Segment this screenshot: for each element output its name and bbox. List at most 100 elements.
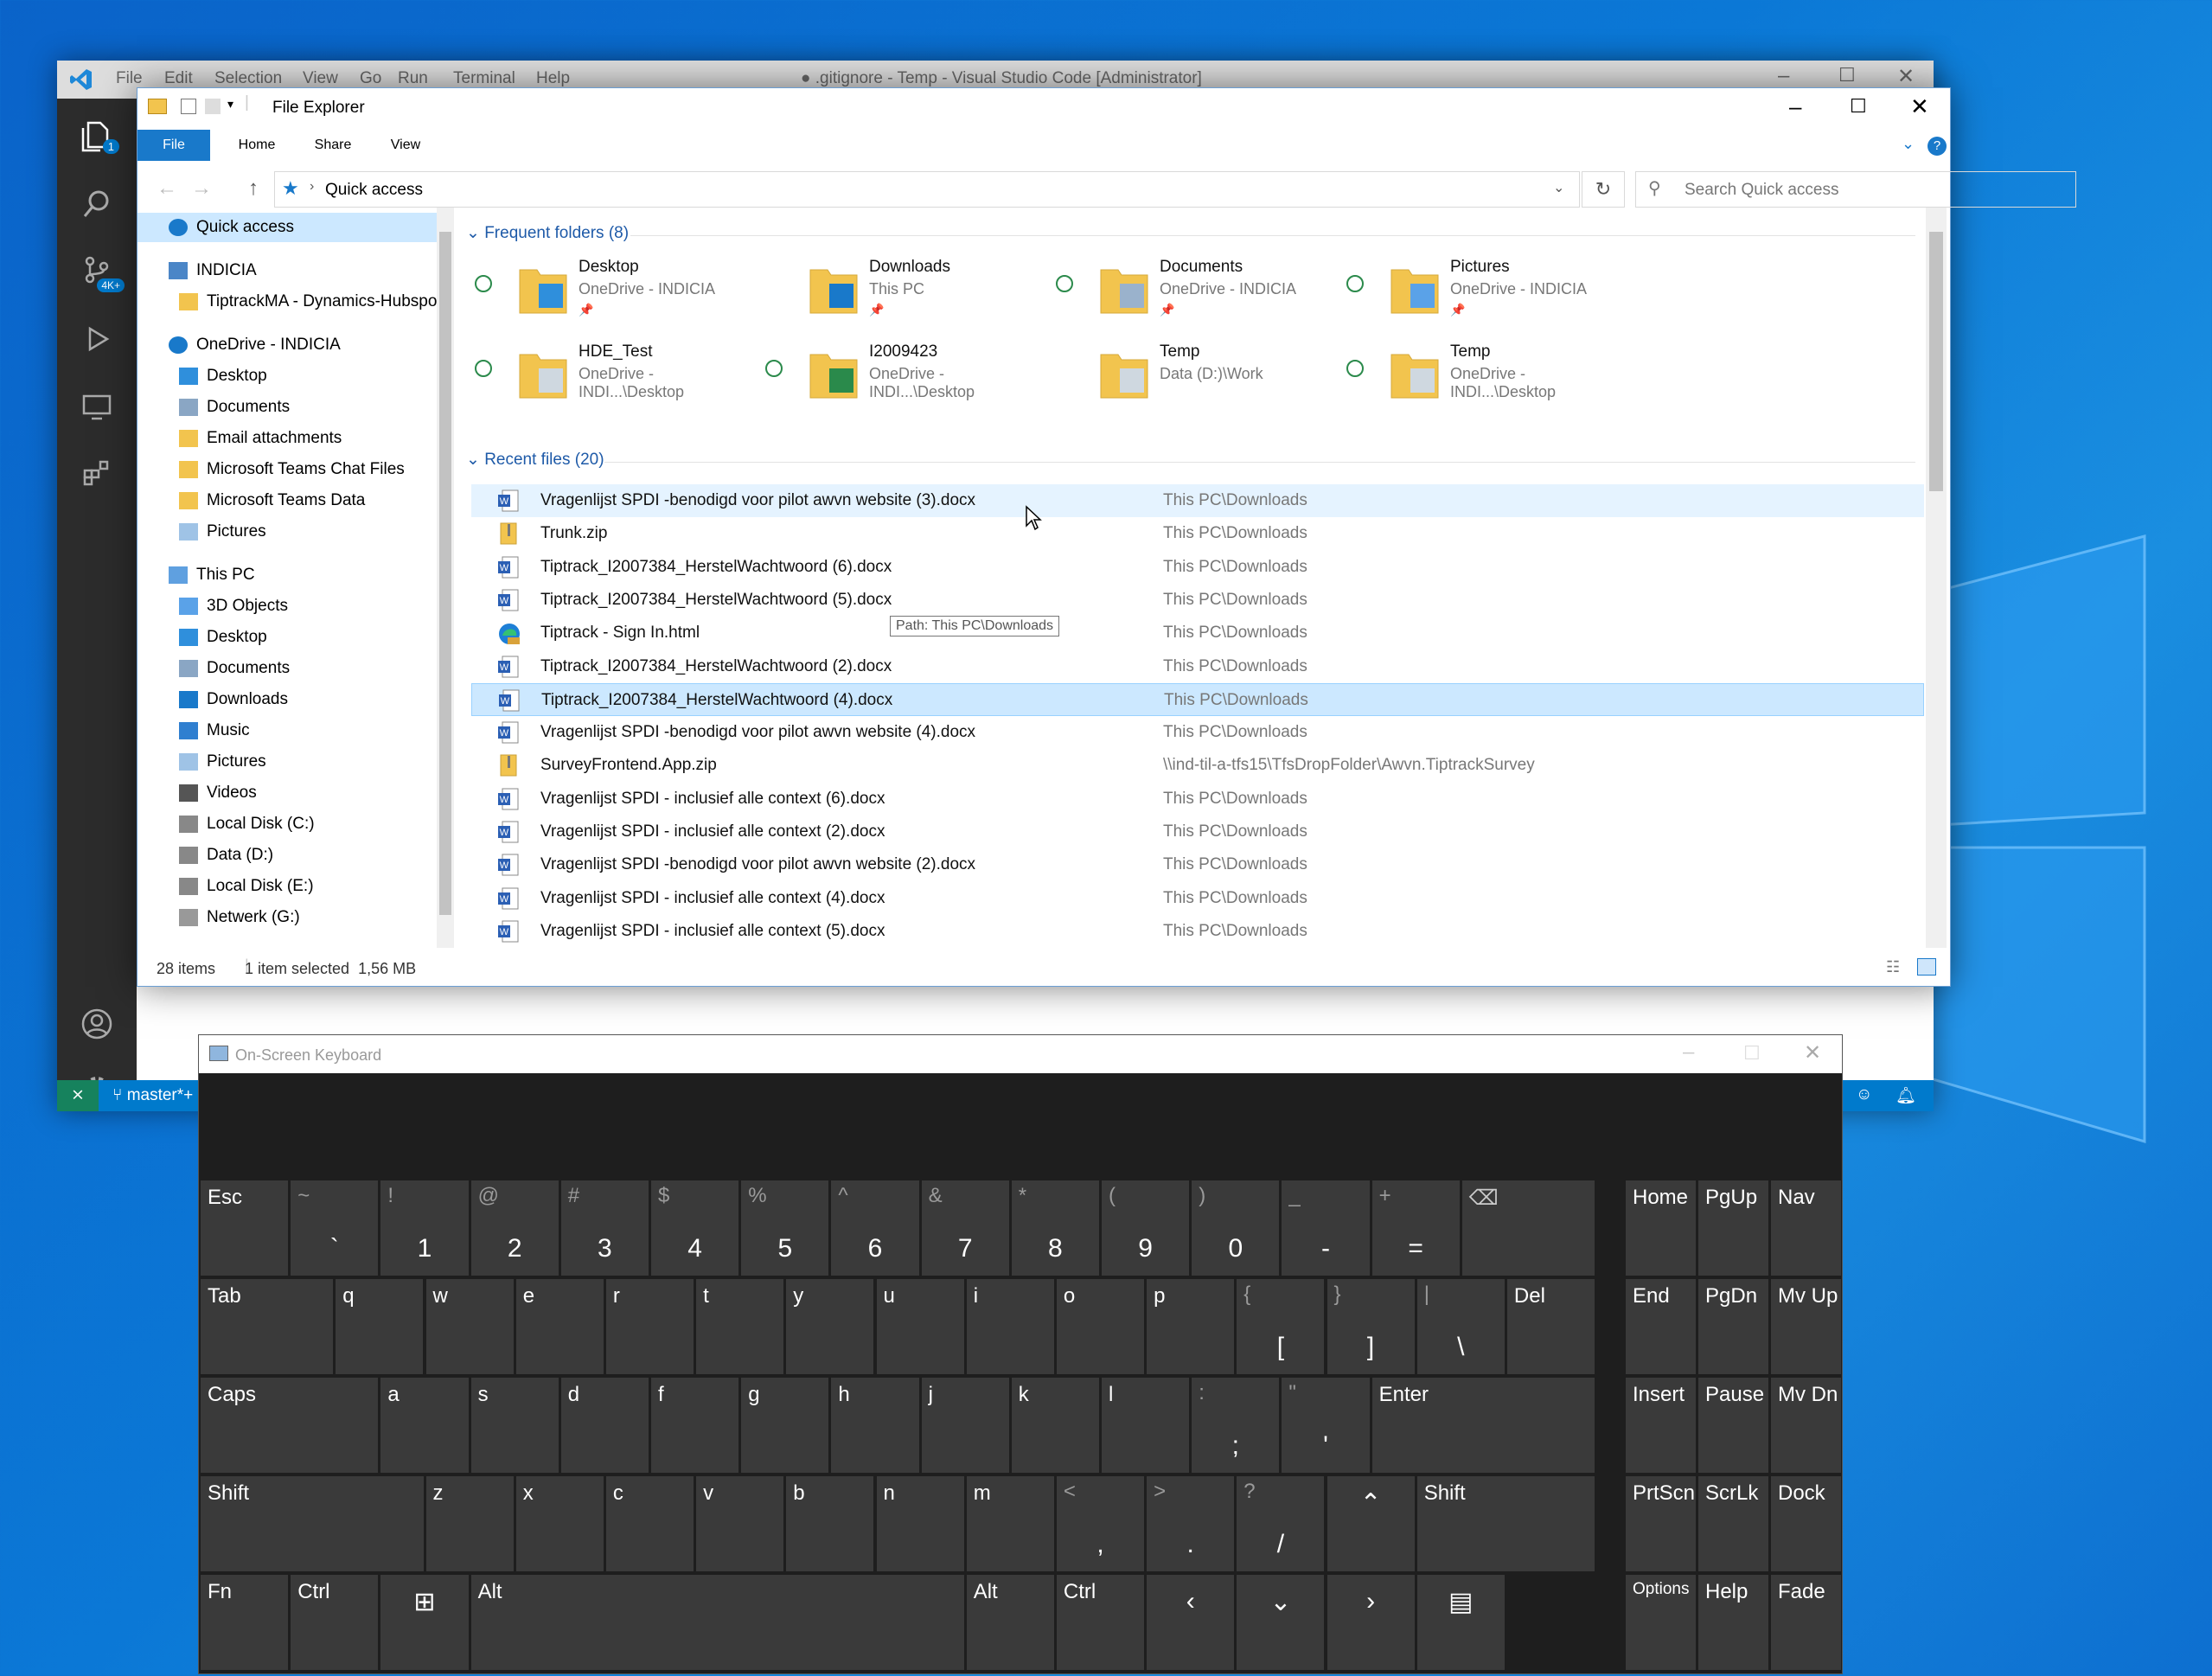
nav-item-videos[interactable]: Videos [179, 778, 257, 808]
remote-explorer-icon[interactable] [74, 384, 119, 429]
key-caps[interactable]: Caps [201, 1378, 379, 1473]
nav-item-microsoft-teams-data[interactable]: Microsoft Teams Data [179, 486, 365, 515]
refresh-icon[interactable]: ↻ [1582, 171, 1625, 208]
nav-item-music[interactable]: Music [179, 716, 250, 745]
branch-indicator[interactable]: ⑂ master*+ [112, 1086, 193, 1105]
close-icon[interactable]: ✕ [1910, 93, 1929, 120]
maximize-icon[interactable]: ☐ [1838, 64, 1856, 86]
key-g[interactable]: g [741, 1378, 829, 1473]
key-scrlk[interactable]: ScrLk [1698, 1476, 1768, 1571]
address-bar[interactable]: ★ › Quick access ⌄ [274, 171, 1580, 208]
key-symbol[interactable]: ▤ [1416, 1575, 1505, 1670]
menu-view[interactable]: View [303, 69, 338, 88]
key-symbol[interactable]: <, [1056, 1476, 1145, 1571]
key-symbol[interactable]: ⊞ [380, 1575, 469, 1670]
nav-item-tiptrackma-dynamics-hubspot[interactable]: TiptrackMA - Dynamics-Hubspot [179, 287, 440, 317]
nav-item-documents[interactable]: Documents [179, 654, 290, 683]
key-e[interactable]: e [515, 1279, 604, 1374]
key-ctrl[interactable]: Ctrl [291, 1575, 379, 1670]
key-m[interactable]: m [966, 1476, 1054, 1571]
key-r[interactable]: r [605, 1279, 694, 1374]
key-pgup[interactable]: PgUp [1698, 1180, 1768, 1276]
tab-view[interactable]: View [371, 130, 440, 161]
folder-tile[interactable]: Pictures OneDrive - INDICIA 📌 [1346, 253, 1632, 330]
file-explorer-window[interactable]: ▾ | File Explorer – ☐ ✕ File Home Share … [137, 87, 2076, 987]
recent-files-header[interactable]: ⌄ Recent files (20) [466, 450, 604, 470]
nav-item-pictures[interactable]: Pictures [179, 747, 266, 777]
key-pgdn[interactable]: PgDn [1698, 1279, 1768, 1374]
key-fade[interactable]: Fade [1771, 1575, 1841, 1670]
folder-tile[interactable]: HDE_Test OneDrive - INDI...\Desktop [475, 337, 760, 415]
menu-file[interactable]: File [116, 69, 143, 88]
key-u[interactable]: u [876, 1279, 964, 1374]
nav-item-quick-access[interactable]: Quick access [137, 213, 440, 242]
key-symbol[interactable]: ~ ` [291, 1180, 379, 1276]
nav-item-documents[interactable]: Documents [179, 393, 290, 422]
notifications-bell-icon[interactable]: 🔔︎ [1896, 1085, 1916, 1106]
key-symbol[interactable]: ? / [1237, 1476, 1325, 1571]
menu-help[interactable]: Help [536, 69, 570, 88]
recent-file-row[interactable]: W Tiptrack_I2007384_HerstelWachtwoord (2)… [471, 650, 1924, 683]
key-alt[interactable]: Alt [470, 1575, 964, 1670]
up-icon[interactable]: ↑ [248, 176, 259, 201]
key-symbol[interactable]: {[ [1237, 1279, 1325, 1374]
key-home[interactable]: Home [1626, 1180, 1696, 1276]
key-end[interactable]: End [1626, 1279, 1696, 1374]
menu-selection[interactable]: Selection [214, 69, 282, 88]
nav-item-downloads[interactable]: Downloads [179, 685, 288, 714]
key-a[interactable]: a [380, 1378, 469, 1473]
key-insert[interactable]: Insert [1626, 1378, 1696, 1473]
key-j[interactable]: j [921, 1378, 1009, 1473]
key-mvdn[interactable]: Mv Dn [1771, 1378, 1841, 1473]
key-h[interactable]: h [831, 1378, 919, 1473]
key-c[interactable]: c [605, 1476, 694, 1571]
frequent-folders-header[interactable]: ⌄ Frequent folders (8) [466, 223, 629, 243]
nav-item-email-attachments[interactable]: Email attachments [179, 424, 342, 453]
key-nav[interactable]: Nav [1771, 1180, 1841, 1276]
nav-item-this-pc[interactable]: This PC [169, 560, 255, 590]
folder-tile[interactable]: Downloads This PC 📌 [765, 253, 1051, 330]
tab-file[interactable]: File [137, 130, 210, 161]
key-symbol[interactable]: › [1327, 1575, 1415, 1670]
key-l[interactable]: l [1102, 1378, 1190, 1473]
key-9[interactable]: (9 [1102, 1180, 1190, 1276]
menu-edit[interactable]: Edit [164, 69, 193, 88]
key-w[interactable]: w [425, 1279, 514, 1374]
folder-tile[interactable]: Temp Data (D:)\Work [1056, 337, 1341, 415]
key-alt[interactable]: Alt [966, 1575, 1054, 1670]
nav-item-local-disk-c-[interactable]: Local Disk (C:) [179, 809, 315, 839]
key-7[interactable]: & 7 [921, 1180, 1009, 1276]
nav-item-3d-objects[interactable]: 3D Objects [179, 592, 288, 621]
key-symbol[interactable]: " ' [1282, 1378, 1370, 1473]
key-prtscn[interactable]: PrtScn [1626, 1476, 1696, 1571]
key-symbol[interactable]: ‹ [1147, 1575, 1235, 1670]
key-d[interactable]: d [560, 1378, 649, 1473]
folder-tile[interactable]: Temp OneDrive - INDI...\Desktop [1346, 337, 1632, 415]
address-dropdown-icon[interactable]: ⌄ [1553, 179, 1564, 196]
key-0[interactable]: ) 0 [1192, 1180, 1280, 1276]
key-dock[interactable]: Dock [1771, 1476, 1841, 1571]
minimize-icon[interactable]: – [1683, 1040, 1694, 1065]
key-o[interactable]: o [1056, 1279, 1145, 1374]
key-k[interactable]: k [1011, 1378, 1099, 1473]
remote-indicator-icon[interactable]: ⨯ [57, 1080, 99, 1111]
tab-home[interactable]: Home [222, 130, 291, 161]
recent-file-row[interactable]: W Vragenlijst SPDI - inclusief alle conte… [471, 816, 1924, 848]
minimize-icon[interactable]: – [1789, 93, 1801, 120]
nav-item-local-disk-e-[interactable]: Local Disk (E:) [179, 872, 314, 901]
key-8[interactable]: * 8 [1011, 1180, 1099, 1276]
tab-share[interactable]: Share [298, 130, 368, 161]
key-pause[interactable]: Pause [1698, 1378, 1768, 1473]
key-i[interactable]: i [966, 1279, 1054, 1374]
key-options[interactable]: Options [1626, 1575, 1696, 1670]
key-symbol[interactable]: _ - [1282, 1180, 1370, 1276]
nav-scrollbar[interactable] [437, 208, 454, 948]
folder-tile[interactable]: Documents OneDrive - INDICIA 📌 [1056, 253, 1341, 330]
menu-terminal[interactable]: Terminal [453, 69, 515, 88]
accounts-icon[interactable] [74, 1001, 119, 1046]
details-view-icon[interactable]: ☷ [1886, 958, 1900, 976]
recent-file-row[interactable]: W Vragenlijst SPDI -benodigd voor pilot a… [471, 848, 1924, 881]
key-n[interactable]: n [876, 1476, 964, 1571]
properties-icon[interactable] [181, 99, 196, 114]
recent-file-row[interactable]: Tiptrack - Sign In.html This PC\Downloads [471, 617, 1924, 649]
